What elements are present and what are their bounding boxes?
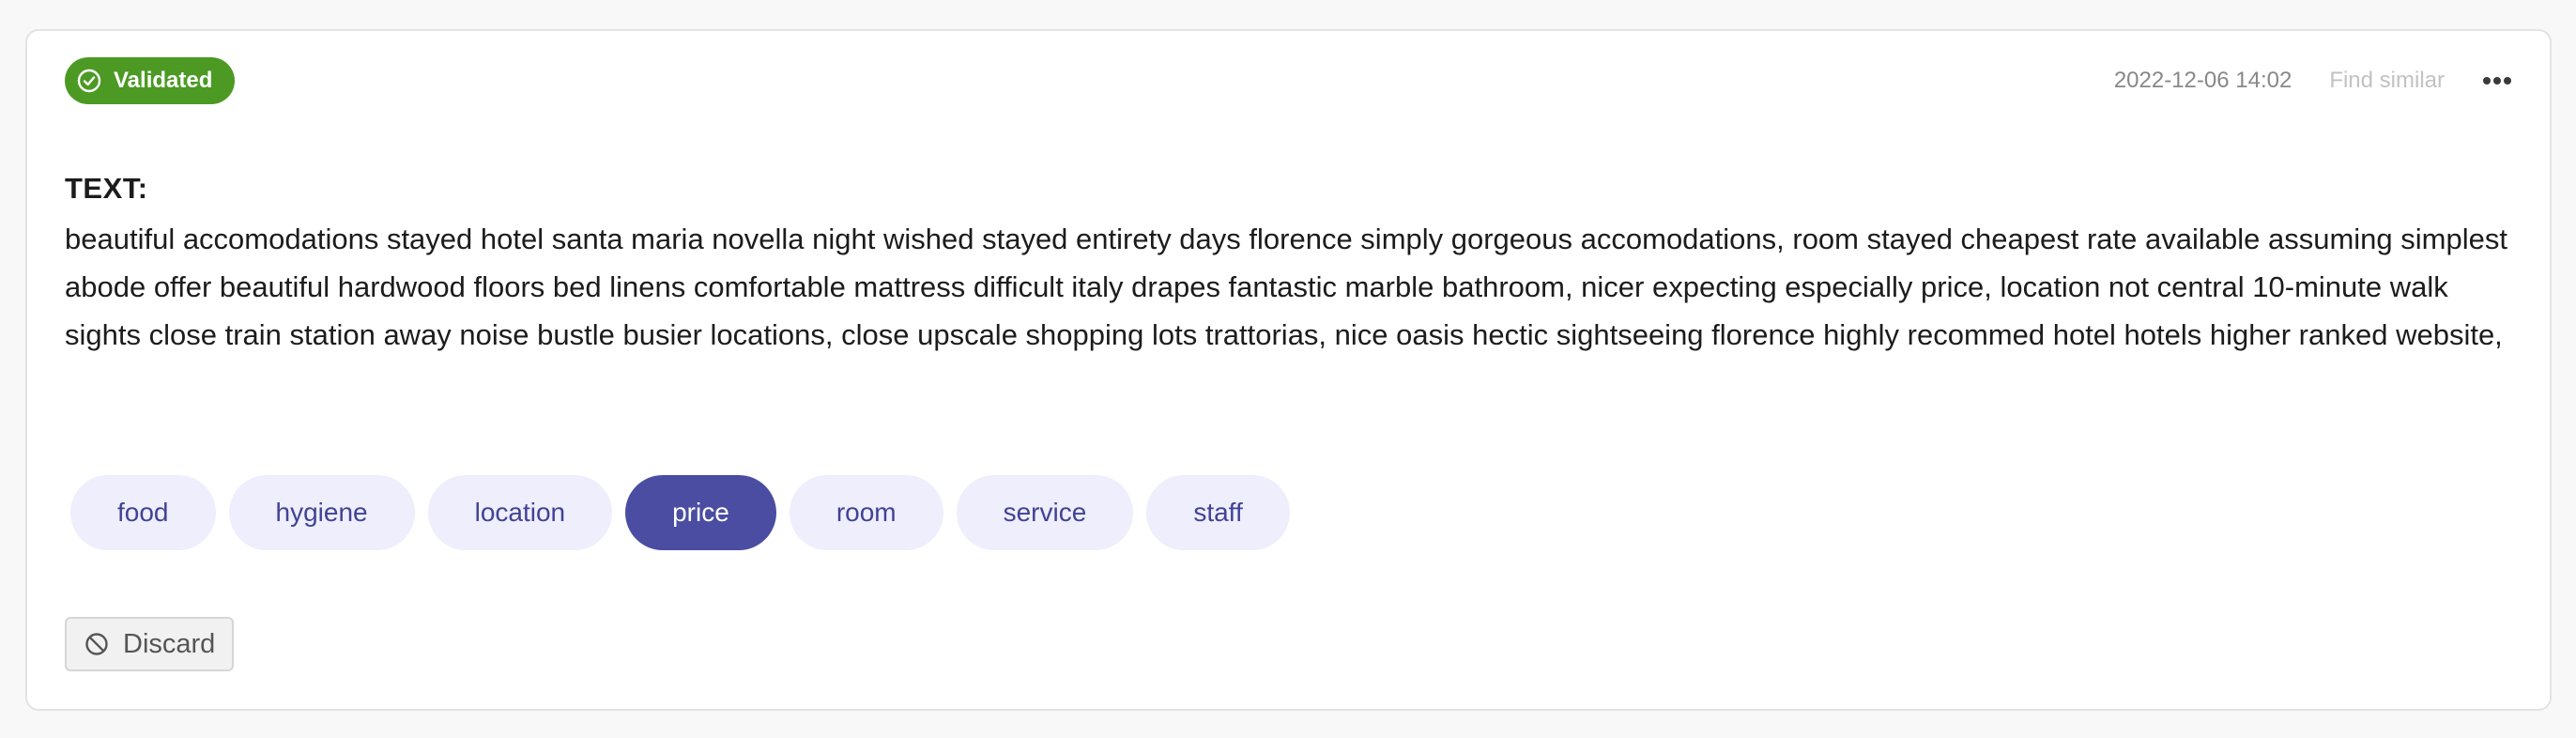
record-text: beautiful accomodations stayed hotel san…	[65, 223, 2507, 351]
more-options-button[interactable]	[2482, 76, 2512, 85]
discard-label: Discard	[123, 628, 216, 659]
label-location[interactable]: location	[427, 475, 613, 550]
discard-button[interactable]: Discard	[65, 617, 235, 671]
record-text-field: TEXT: beautiful accomodations stayed hot…	[65, 172, 2524, 359]
label-food[interactable]: food	[70, 475, 216, 550]
ban-icon	[84, 631, 110, 657]
record-card: Validated 2022-12-06 14:02 Find similar …	[25, 29, 2552, 711]
label-hygiene[interactable]: hygiene	[228, 475, 415, 550]
ellipsis-icon	[2482, 76, 2512, 85]
status-badge: Validated	[65, 57, 236, 104]
find-similar-link[interactable]: Find similar	[2329, 68, 2445, 94]
label-price[interactable]: price	[625, 475, 776, 550]
label-selector: food hygiene location price room service…	[70, 475, 1290, 550]
check-circle-icon	[76, 68, 102, 94]
status-label: Validated	[114, 68, 213, 93]
label-room[interactable]: room	[789, 475, 943, 550]
label-service[interactable]: service	[956, 475, 1134, 550]
record-header: Validated 2022-12-06 14:02 Find similar	[27, 31, 2550, 134]
field-label: TEXT:	[65, 172, 148, 205]
label-staff[interactable]: staff	[1146, 475, 1290, 550]
record-meta: 2022-12-06 14:02 Find similar	[2114, 57, 2512, 104]
timestamp: 2022-12-06 14:02	[2113, 68, 2292, 93]
